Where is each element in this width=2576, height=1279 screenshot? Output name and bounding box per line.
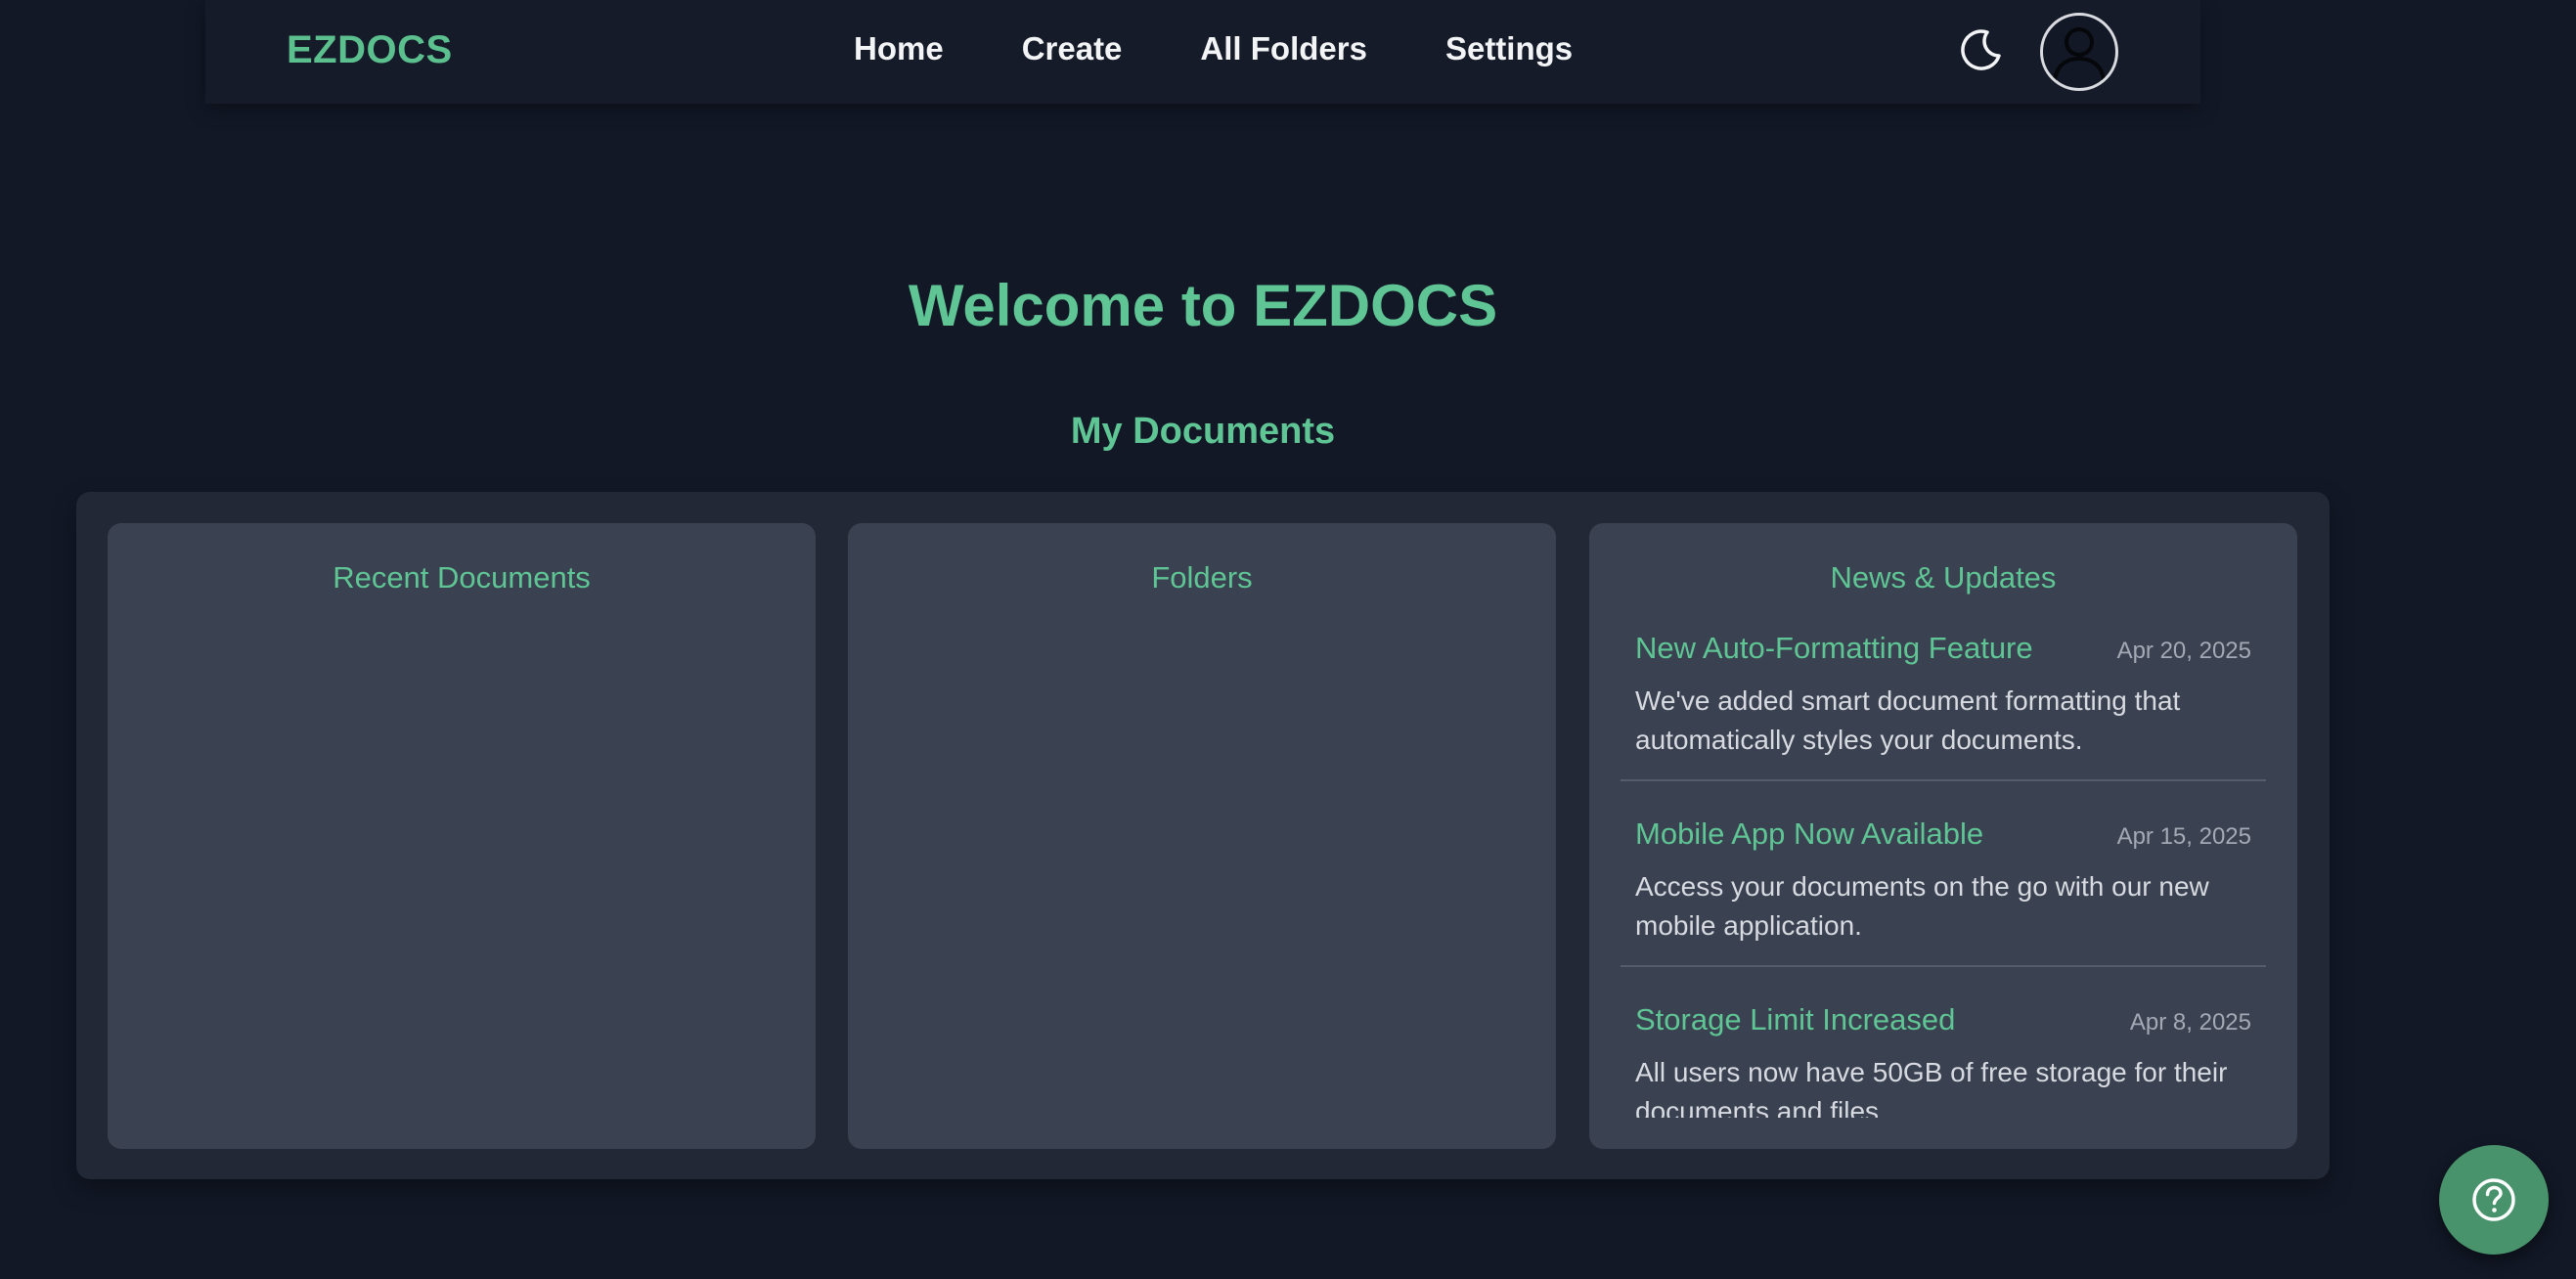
news-list[interactable]: New Auto-Formatting Feature Apr 20, 2025… (1621, 631, 2266, 1118)
folders-title: Folders (1151, 560, 1253, 595)
news-item-title[interactable]: Mobile App Now Available (1635, 816, 1983, 852)
recent-documents-card: Recent Documents (108, 523, 816, 1149)
news-updates-title: News & Updates (1830, 560, 2057, 595)
nav-home[interactable]: Home (854, 30, 944, 67)
news-item-date: Apr 15, 2025 (2116, 823, 2251, 850)
nav-create[interactable]: Create (1022, 30, 1123, 67)
news-item-body: We've added smart document formatting th… (1635, 685, 2181, 755)
news-item-date: Apr 20, 2025 (2116, 638, 2251, 664)
logo[interactable]: EZDOCS (287, 28, 453, 72)
news-updates-card: News & Updates New Auto-Formatting Featu… (1589, 523, 2297, 1149)
nav-all-folders[interactable]: All Folders (1200, 30, 1367, 67)
my-documents-heading: My Documents (1070, 411, 1336, 452)
news-item-title[interactable]: New Auto-Formatting Feature (1635, 631, 2033, 666)
main-nav: Home Create All Folders Settings (854, 30, 1651, 67)
user-icon (2053, 27, 2106, 81)
news-item[interactable]: Storage Limit Increased Apr 8, 2025 All … (1621, 1002, 2266, 1118)
news-item-title[interactable]: Storage Limit Increased (1635, 1002, 1955, 1037)
top-navbar: EZDOCS Home Create All Folders Settings (205, 0, 2200, 104)
welcome-heading: Welcome to EZDOCS (908, 273, 1498, 338)
help-button[interactable] (2439, 1145, 2549, 1255)
avatar-button[interactable] (2040, 13, 2118, 91)
question-circle-icon (2472, 1178, 2515, 1221)
news-item[interactable]: Mobile App Now Available Apr 15, 2025 Ac… (1621, 816, 2266, 967)
news-item-date: Apr 8, 2025 (2129, 1009, 2251, 1036)
folders-card: Folders (848, 523, 1556, 1149)
nav-settings[interactable]: Settings (1445, 30, 1573, 67)
news-item-body: Access your documents on the go with our… (1635, 871, 2209, 941)
moon-icon[interactable] (1958, 26, 2005, 73)
recent-documents-title: Recent Documents (333, 560, 591, 595)
news-item-body: All users now have 50GB of free storage … (1635, 1057, 2228, 1118)
news-item[interactable]: New Auto-Formatting Feature Apr 20, 2025… (1621, 631, 2266, 781)
documents-panel: Recent Documents Folders News & Updates … (76, 492, 2330, 1179)
